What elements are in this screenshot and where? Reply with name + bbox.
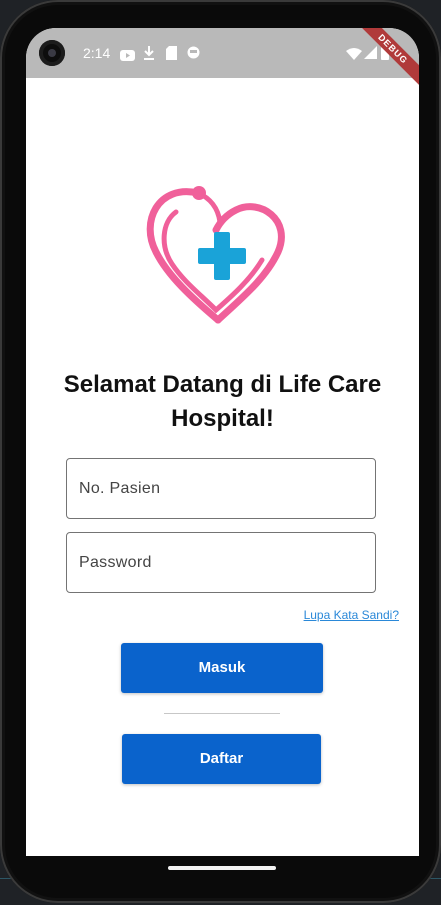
front-camera bbox=[39, 40, 65, 66]
face-icon bbox=[187, 46, 200, 64]
login-button[interactable]: Masuk bbox=[121, 643, 323, 693]
youtube-icon bbox=[120, 48, 135, 66]
welcome-title: Selamat Datang di Life Care Hospital! bbox=[63, 371, 382, 432]
signal-icon bbox=[364, 46, 377, 64]
forgot-password-link[interactable]: Lupa Kata Sandi? bbox=[304, 608, 399, 622]
home-gesture-handle[interactable] bbox=[168, 866, 276, 870]
app-screen: 2:14 DEBUG Selamat Datang di Life Care H… bbox=[26, 28, 419, 874]
sim-card-icon bbox=[166, 46, 177, 65]
status-bar: 2:14 DEBUG bbox=[26, 28, 419, 88]
status-time: 2:14 bbox=[83, 45, 111, 61]
register-button[interactable]: Daftar bbox=[122, 734, 321, 784]
wifi-icon bbox=[346, 47, 362, 65]
password-input[interactable] bbox=[66, 532, 376, 593]
navigation-bar bbox=[26, 856, 419, 874]
download-icon bbox=[143, 46, 155, 65]
patient-number-input[interactable] bbox=[66, 458, 376, 519]
hospital-heart-logo-icon bbox=[146, 186, 285, 324]
divider bbox=[164, 713, 280, 714]
